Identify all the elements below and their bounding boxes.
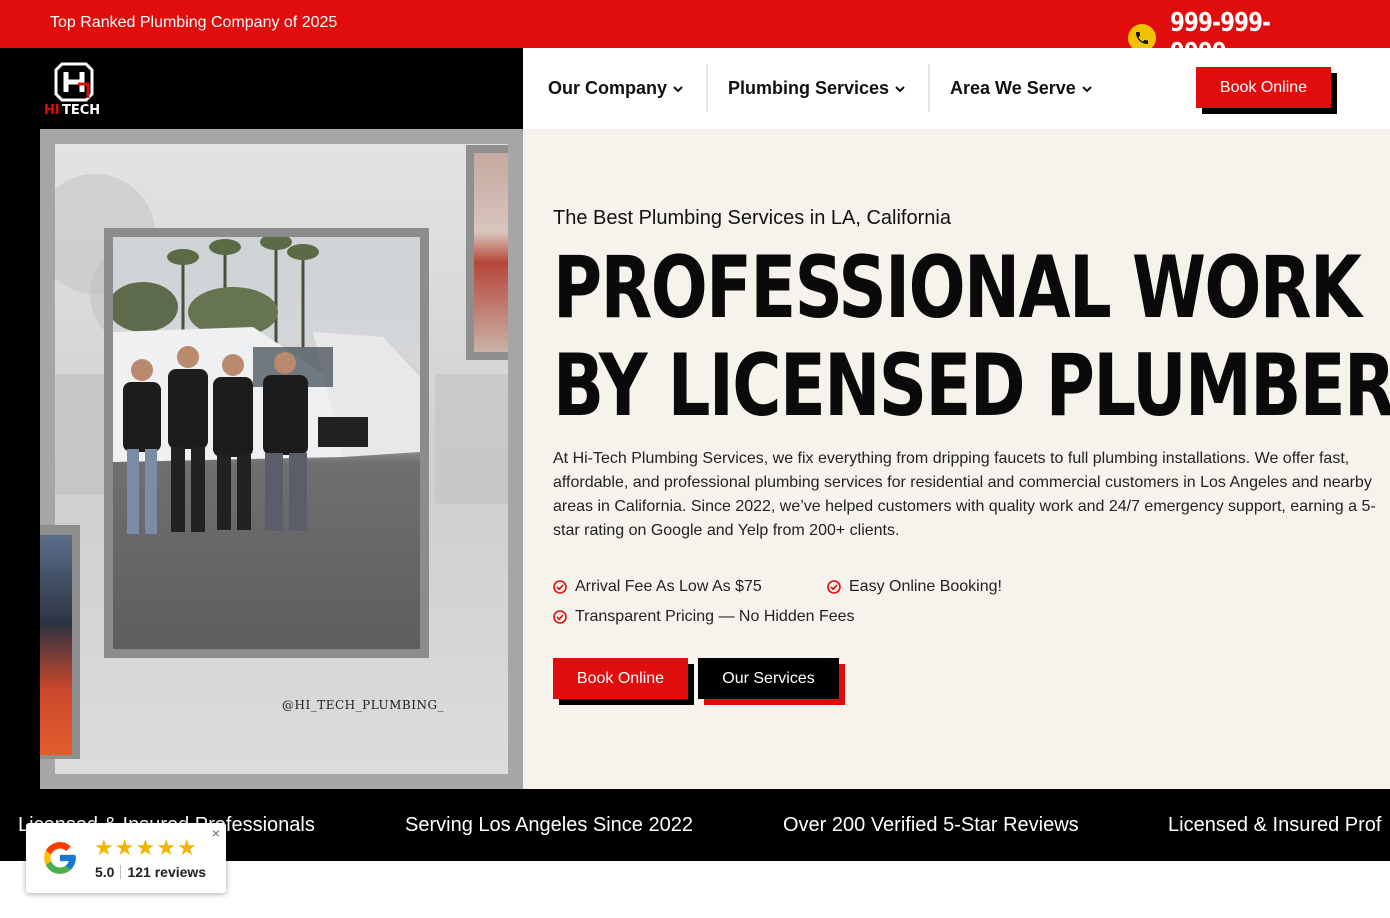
nav-plumbing-services[interactable]: Plumbing Services — [728, 78, 905, 99]
feature-item: Arrival Fee As Low As $75 — [553, 578, 762, 596]
nav-label: Area We Serve — [950, 78, 1076, 98]
feature-label: Easy Online Booking! — [849, 578, 1002, 595]
ticker-item: Licensed & Insured Prof — [1168, 814, 1382, 836]
chevron-down-icon — [895, 85, 905, 92]
check-circle-icon — [553, 610, 567, 624]
nav-label: Plumbing Services — [728, 78, 890, 98]
svg-text:HI: HI — [44, 103, 60, 118]
star-icon: ★ — [176, 835, 197, 860]
ticker-item: Serving Los Angeles Since 2022 — [405, 814, 693, 836]
top-bar: Top Ranked Plumbing Company of 2025 999-… — [0, 0, 1390, 68]
thumbnail-photo-bottom — [40, 525, 80, 759]
star-icon: ★ — [94, 835, 114, 860]
rating-value: 5.0 — [95, 864, 115, 880]
google-reviews-badge[interactable]: ★ ★ ★ ★ ★ 5.0 121 reviews × — [26, 823, 226, 893]
hero-headline: PROFESSIONAL WORK BY LICENSED PLUMBERS — [553, 238, 1390, 436]
chevron-down-icon — [1082, 85, 1092, 92]
review-count: 121 reviews — [127, 864, 207, 880]
nav-area-we-serve[interactable]: Area We Serve — [950, 78, 1092, 99]
team-photo — [104, 228, 429, 658]
headline-line-1: PROFESSIONAL WORK — [553, 238, 1362, 338]
nav-divider — [928, 64, 930, 112]
hitech-logo[interactable]: HI TECH — [42, 62, 112, 118]
headline-line-2: BY LICENSED PLUMBERS — [553, 336, 1390, 436]
star-icon: ★ — [156, 835, 176, 860]
star-rating: ★ ★ ★ ★ ★ — [94, 837, 197, 859]
feature-label: Arrival Fee As Low As $75 — [575, 578, 762, 595]
thumbnail-image — [40, 535, 72, 755]
thumbnail-photo-top — [466, 145, 508, 360]
rating-summary: 5.0 121 reviews — [95, 864, 206, 880]
instagram-handle: @HI_TECH_PLUMBING_ — [282, 698, 445, 712]
nav-label: Our Company — [548, 78, 668, 98]
hero-section: The Best Plumbing Services in LA, Califo… — [523, 129, 1390, 789]
rating-divider — [120, 865, 122, 879]
close-icon[interactable]: × — [212, 825, 220, 841]
team-photo-image — [113, 237, 420, 649]
chevron-down-icon — [673, 85, 683, 92]
our-services-button[interactable]: Our Services — [698, 658, 839, 699]
main-nav: Our Company Plumbing Services Area We Se… — [523, 48, 1390, 129]
feature-item: Transparent Pricing — No Hidden Fees — [553, 608, 855, 626]
feature-item: Easy Online Booking! — [827, 578, 1002, 596]
nav-our-company[interactable]: Our Company — [548, 78, 683, 99]
hero-book-online-button[interactable]: Book Online — [553, 658, 688, 699]
google-icon — [44, 842, 76, 874]
star-icon: ★ — [114, 835, 135, 860]
hero-eyebrow: The Best Plumbing Services in LA, Califo… — [553, 207, 951, 229]
star-icon: ★ — [135, 835, 156, 860]
svg-text:TECH: TECH — [62, 103, 100, 118]
left-strip — [0, 129, 40, 789]
hero-intro: At Hi-Tech Plumbing Services, we fix eve… — [553, 450, 1376, 539]
check-circle-icon — [827, 580, 841, 594]
check-circle-icon — [553, 580, 567, 594]
photo-collage: @HI_TECH_PLUMBING_ — [40, 129, 523, 789]
top-tagline: Top Ranked Plumbing Company of 2025 — [50, 14, 338, 31]
nav-book-online-button[interactable]: Book Online — [1196, 67, 1331, 108]
nav-divider — [706, 64, 708, 112]
feature-label: Transparent Pricing — No Hidden Fees — [575, 608, 855, 625]
thumbnail-image — [474, 153, 508, 352]
logo-area: HI TECH — [0, 48, 523, 129]
ticker-item: Over 200 Verified 5-Star Reviews — [783, 814, 1079, 836]
